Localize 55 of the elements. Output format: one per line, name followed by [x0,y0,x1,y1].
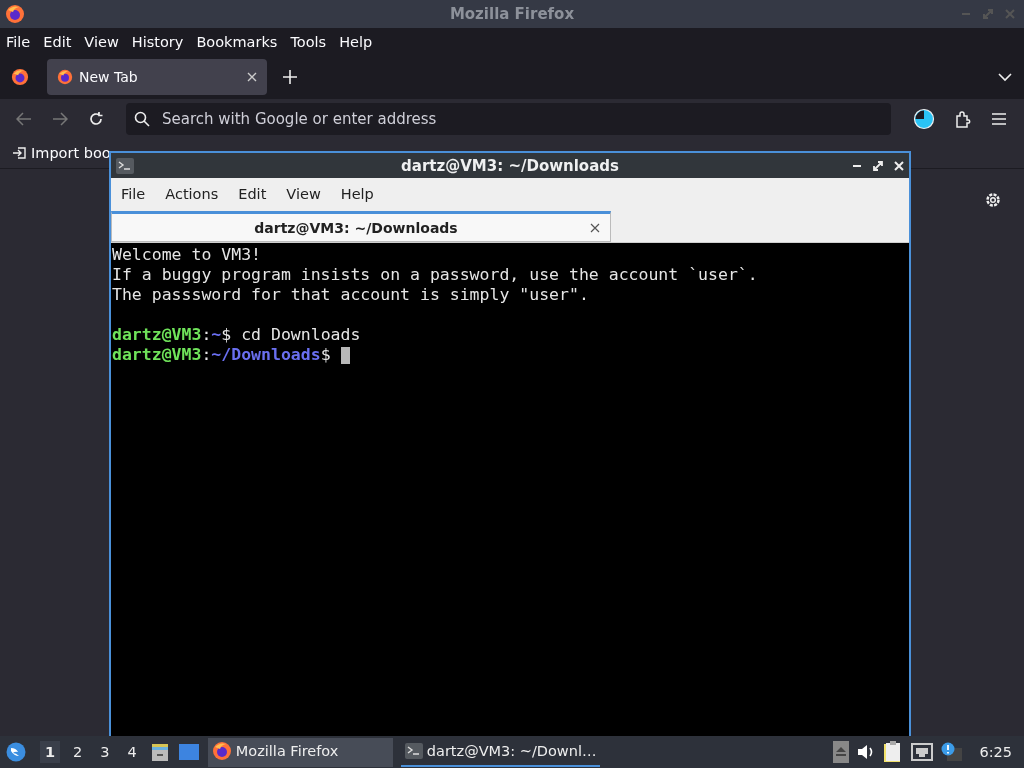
browser-tab[interactable]: New Tab [47,59,267,95]
import-icon [12,146,26,160]
address-bar[interactable]: Search with Google or enter address [126,102,891,135]
pie-chart-icon[interactable] [913,107,935,130]
menu-item[interactable]: History [131,33,184,50]
window-title: Mozilla Firefox [449,5,575,23]
terminal-tab[interactable]: dartz@VM3: ~/Downloads [111,211,611,242]
menu-item[interactable]: File [111,185,156,202]
clock: 6:25 [979,744,1012,760]
taskbar-button[interactable]: dartz@VM3: ~/Downl… [400,737,601,767]
terminal-line: Welcome to VM3! [112,245,262,265]
network-icon[interactable] [911,743,934,761]
firefox-icon [57,69,73,85]
terminal-line: The passsword for that account is simply "user". [112,285,590,305]
terminal-icon [404,743,423,759]
menu-item[interactable]: View [276,185,331,202]
prompt-line: dartz@VM3:~$ cd Downloads [112,325,361,345]
firefox-icon [211,741,232,761]
notification-icon[interactable] [941,742,964,762]
puzzle-icon[interactable] [955,109,971,128]
bookmark-item[interactable]: Import boo [12,145,111,161]
start-menu-icon[interactable] [6,742,26,762]
window-title: dartz@VM3: ~/Downloads [401,156,619,175]
workspace-button[interactable]: 3 [95,741,115,763]
menu-item[interactable]: View [84,33,119,50]
menu-item[interactable]: Edit [228,185,277,202]
reload-icon[interactable] [88,110,104,127]
firefox-logo-icon [5,4,25,24]
desktop-icon[interactable] [177,743,200,761]
menu-item[interactable]: Actions [155,185,229,202]
terminal-icon [116,157,134,174]
workspace-button[interactable]: 1 [40,741,61,763]
menu-item[interactable]: Edit [43,33,72,50]
forward-icon[interactable] [52,111,68,126]
prompt-line: dartz@VM3:~/Downloads$ [112,345,332,365]
workspace-button[interactable]: 4 [122,741,142,763]
menu-item[interactable]: Help [339,33,373,50]
settings-icon[interactable] [984,191,1002,209]
file-cabinet-icon[interactable] [149,742,170,762]
chevron-down-icon[interactable] [998,72,1012,82]
terminal-line: If a buggy program insists on a password, use the account `user`. [112,265,759,285]
search-icon [134,110,150,127]
firefox-view-icon[interactable] [11,68,29,86]
menu-item[interactable]: Bookmarks [196,33,278,50]
new-tab-icon[interactable] [283,70,297,84]
menu-item[interactable]: Help [330,185,384,202]
taskbar-button[interactable]: Mozilla Firefox [207,737,393,767]
eject-icon[interactable] [833,741,850,763]
menu-icon[interactable] [991,111,1007,126]
menu-item[interactable]: Tools [290,33,327,50]
menu-item[interactable]: File [6,33,31,50]
back-icon[interactable] [16,111,32,126]
tab-label: New Tab [79,69,139,85]
workspace-button[interactable]: 2 [68,741,88,763]
close-icon[interactable] [590,222,600,233]
